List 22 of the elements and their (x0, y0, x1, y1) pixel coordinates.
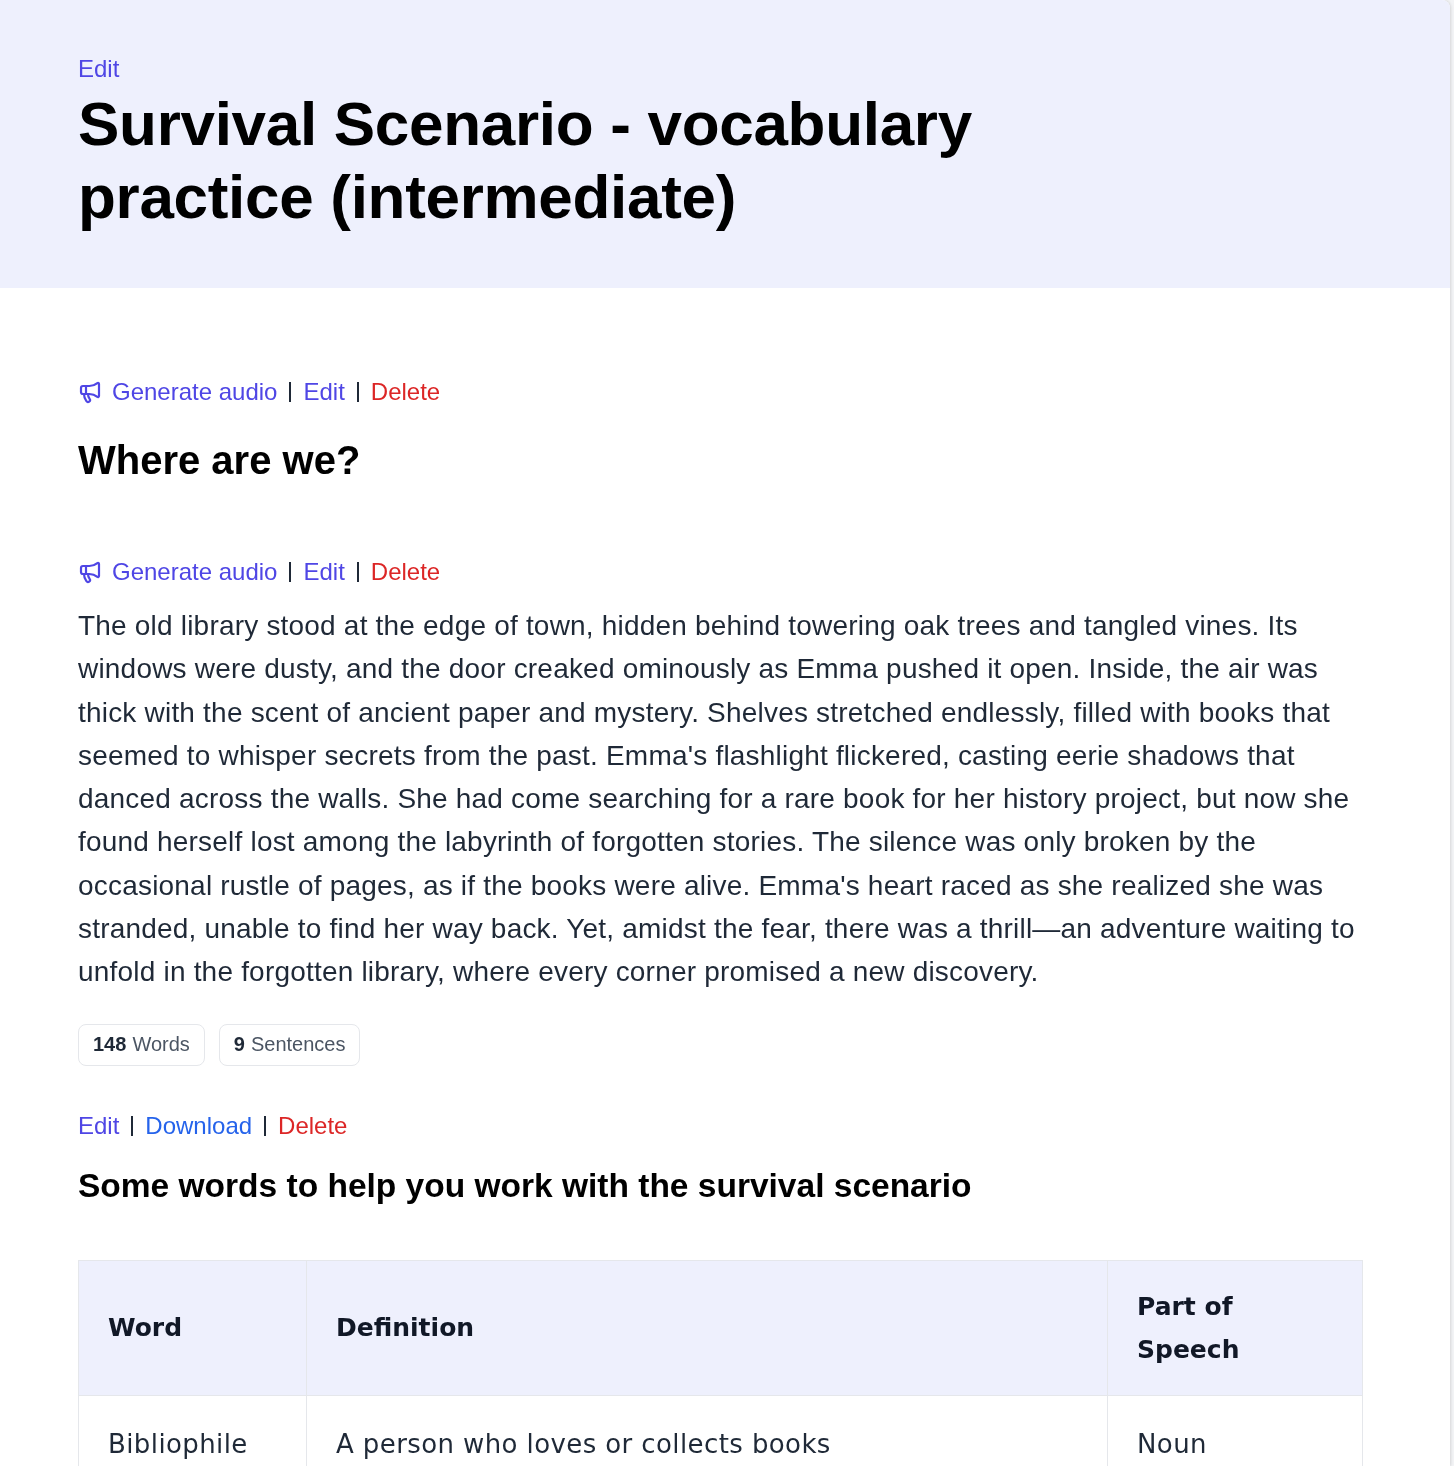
megaphone-icon (78, 380, 102, 404)
edit-link[interactable]: Edit (303, 557, 345, 587)
edit-link[interactable]: Edit (78, 54, 120, 84)
column-header: Part of Speech (1107, 1260, 1363, 1396)
story-paragraph: The old library stood at the edge of town, hidden behind towering oak trees and tangled vines. Its windows were dusty, and the door creaked ominously as Emma pushed it open. Inside, the air was thick with the scent of ancient paper and mystery. Shelves stretched endlessly, filled with books that seemed to whisper secrets from the past. Emma's flashlight flickered, casting eerie shadows that danced across the walls. She had come searching for a rare book for her history project, but now she found herself lost among the labyrinth of forgotten stories. The silence was only broken by the occasional rustle of pages, as if the books were alive. Emma's heart raced as she realized she was stranded, unable to find her way back. Yet, amidst the fear, there was a thrill—an adventure waiting to unfold in the forgotten library, where every corner promised a new discovery. (78, 609, 1356, 990)
section-heading: Where are we? (78, 437, 362, 484)
table-cell: Bibliophile (78, 1395, 307, 1466)
column-header: Word (78, 1260, 307, 1396)
megaphone-icon (78, 560, 102, 584)
page-title: Survival Scenario - vocabulary practice (intermediate) (78, 88, 973, 233)
delete-link[interactable]: Delete (370, 377, 441, 407)
count-badge: 9 Sentences (218, 1023, 361, 1066)
download-link[interactable]: Download (145, 1110, 253, 1141)
count-badge: 148 Words (78, 1023, 205, 1066)
edit-link[interactable]: Edit (303, 377, 345, 407)
generate-audio-link[interactable]: Generate audio (78, 557, 278, 587)
delete-link[interactable]: Delete (370, 557, 441, 587)
section-heading: Some words to help you work with the survival scenario (78, 1165, 973, 1206)
edit-link[interactable]: Edit (78, 1110, 120, 1141)
column-header: Definition (306, 1260, 1108, 1396)
generate-audio-link[interactable]: Generate audio (78, 377, 278, 407)
delete-link[interactable]: Delete (278, 1110, 348, 1141)
